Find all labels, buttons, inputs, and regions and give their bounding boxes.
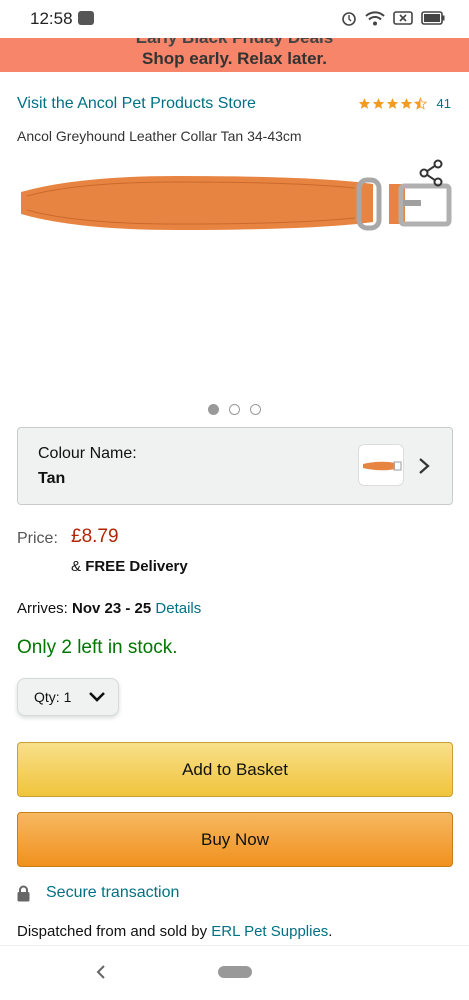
carousel-dot[interactable] [250,404,261,415]
store-link[interactable]: Visit the Ancol Pet Products Store [17,95,256,113]
quantity-label: Qty: 1 [34,689,71,705]
price-label: Price: [17,530,58,547]
chevron-right-icon[interactable] [418,457,430,475]
dispatched-suffix: . [328,923,333,940]
colour-value: Tan [38,470,66,487]
status-bar: 12:58 [0,0,469,38]
price-value: £8.79 [71,526,119,547]
colour-thumbnail[interactable] [358,444,404,486]
system-nav-bar [0,945,469,1000]
share-icon[interactable] [418,158,444,188]
add-to-basket-button[interactable]: Add to Basket [17,742,453,797]
dispatched-info: Dispatched from and sold by ERL Pet Supp… [17,923,332,940]
status-time: 12:58 [30,9,73,28]
back-icon[interactable] [95,963,107,981]
dispatched-prefix: Dispatched from and sold by [17,923,208,940]
no-sim-icon [393,11,413,25]
quantity-label-text: Qty: [34,689,60,705]
rating-stars [358,97,427,110]
promo-main-text: Shop early. Relax later. [142,49,327,68]
chevron-down-icon [89,692,105,702]
star-icon [400,98,412,109]
carousel-dot[interactable] [208,404,219,415]
image-carousel-dots[interactable] [0,404,469,415]
details-link[interactable]: Details [155,600,201,617]
status-icons [341,10,445,26]
promo-top-text: Early Black Friday Deals [0,38,469,48]
lock-icon [17,885,30,901]
product-image[interactable] [17,158,457,390]
wifi-icon [365,11,385,26]
star-icon [372,98,384,109]
colour-label: Colour Name: [38,445,137,462]
battery-icon [421,11,445,25]
arrives-date: Nov 23 - 25 [72,600,152,617]
product-title: Ancol Greyhound Leather Collar Tan 34-43… [17,128,302,144]
promo-banner[interactable]: Early Black Friday Deals Shop early. Rel… [0,38,469,72]
secure-transaction[interactable]: Secure transaction [17,884,179,902]
quantity-value: 1 [63,689,72,705]
quantity-select[interactable]: Qty: 1 [17,678,119,716]
colour-selector[interactable]: Colour Name: Tan [17,427,453,505]
delivery-prefix: & [71,558,86,575]
notification-icon [78,11,94,25]
star-icon [386,98,398,109]
free-delivery: FREE Delivery [85,558,188,575]
rating[interactable]: 41 [358,96,451,111]
home-pill-icon[interactable] [218,966,252,978]
buy-now-button[interactable]: Buy Now [17,812,453,867]
secure-transaction-text[interactable]: Secure transaction [46,884,179,902]
seller-link[interactable]: ERL Pet Supplies [211,923,328,940]
rating-count[interactable]: 41 [437,96,451,111]
alarm-icon [342,12,356,26]
half-star-icon [413,97,427,110]
delivery-info: & FREE Delivery [71,558,188,575]
star-icon [358,98,370,109]
arrives-info: Arrives: Nov 23 - 25 Details [17,600,201,617]
arrives-label: Arrives: [17,600,68,617]
carousel-dot[interactable] [229,404,240,415]
stock-status: Only 2 left in stock. [17,637,178,658]
